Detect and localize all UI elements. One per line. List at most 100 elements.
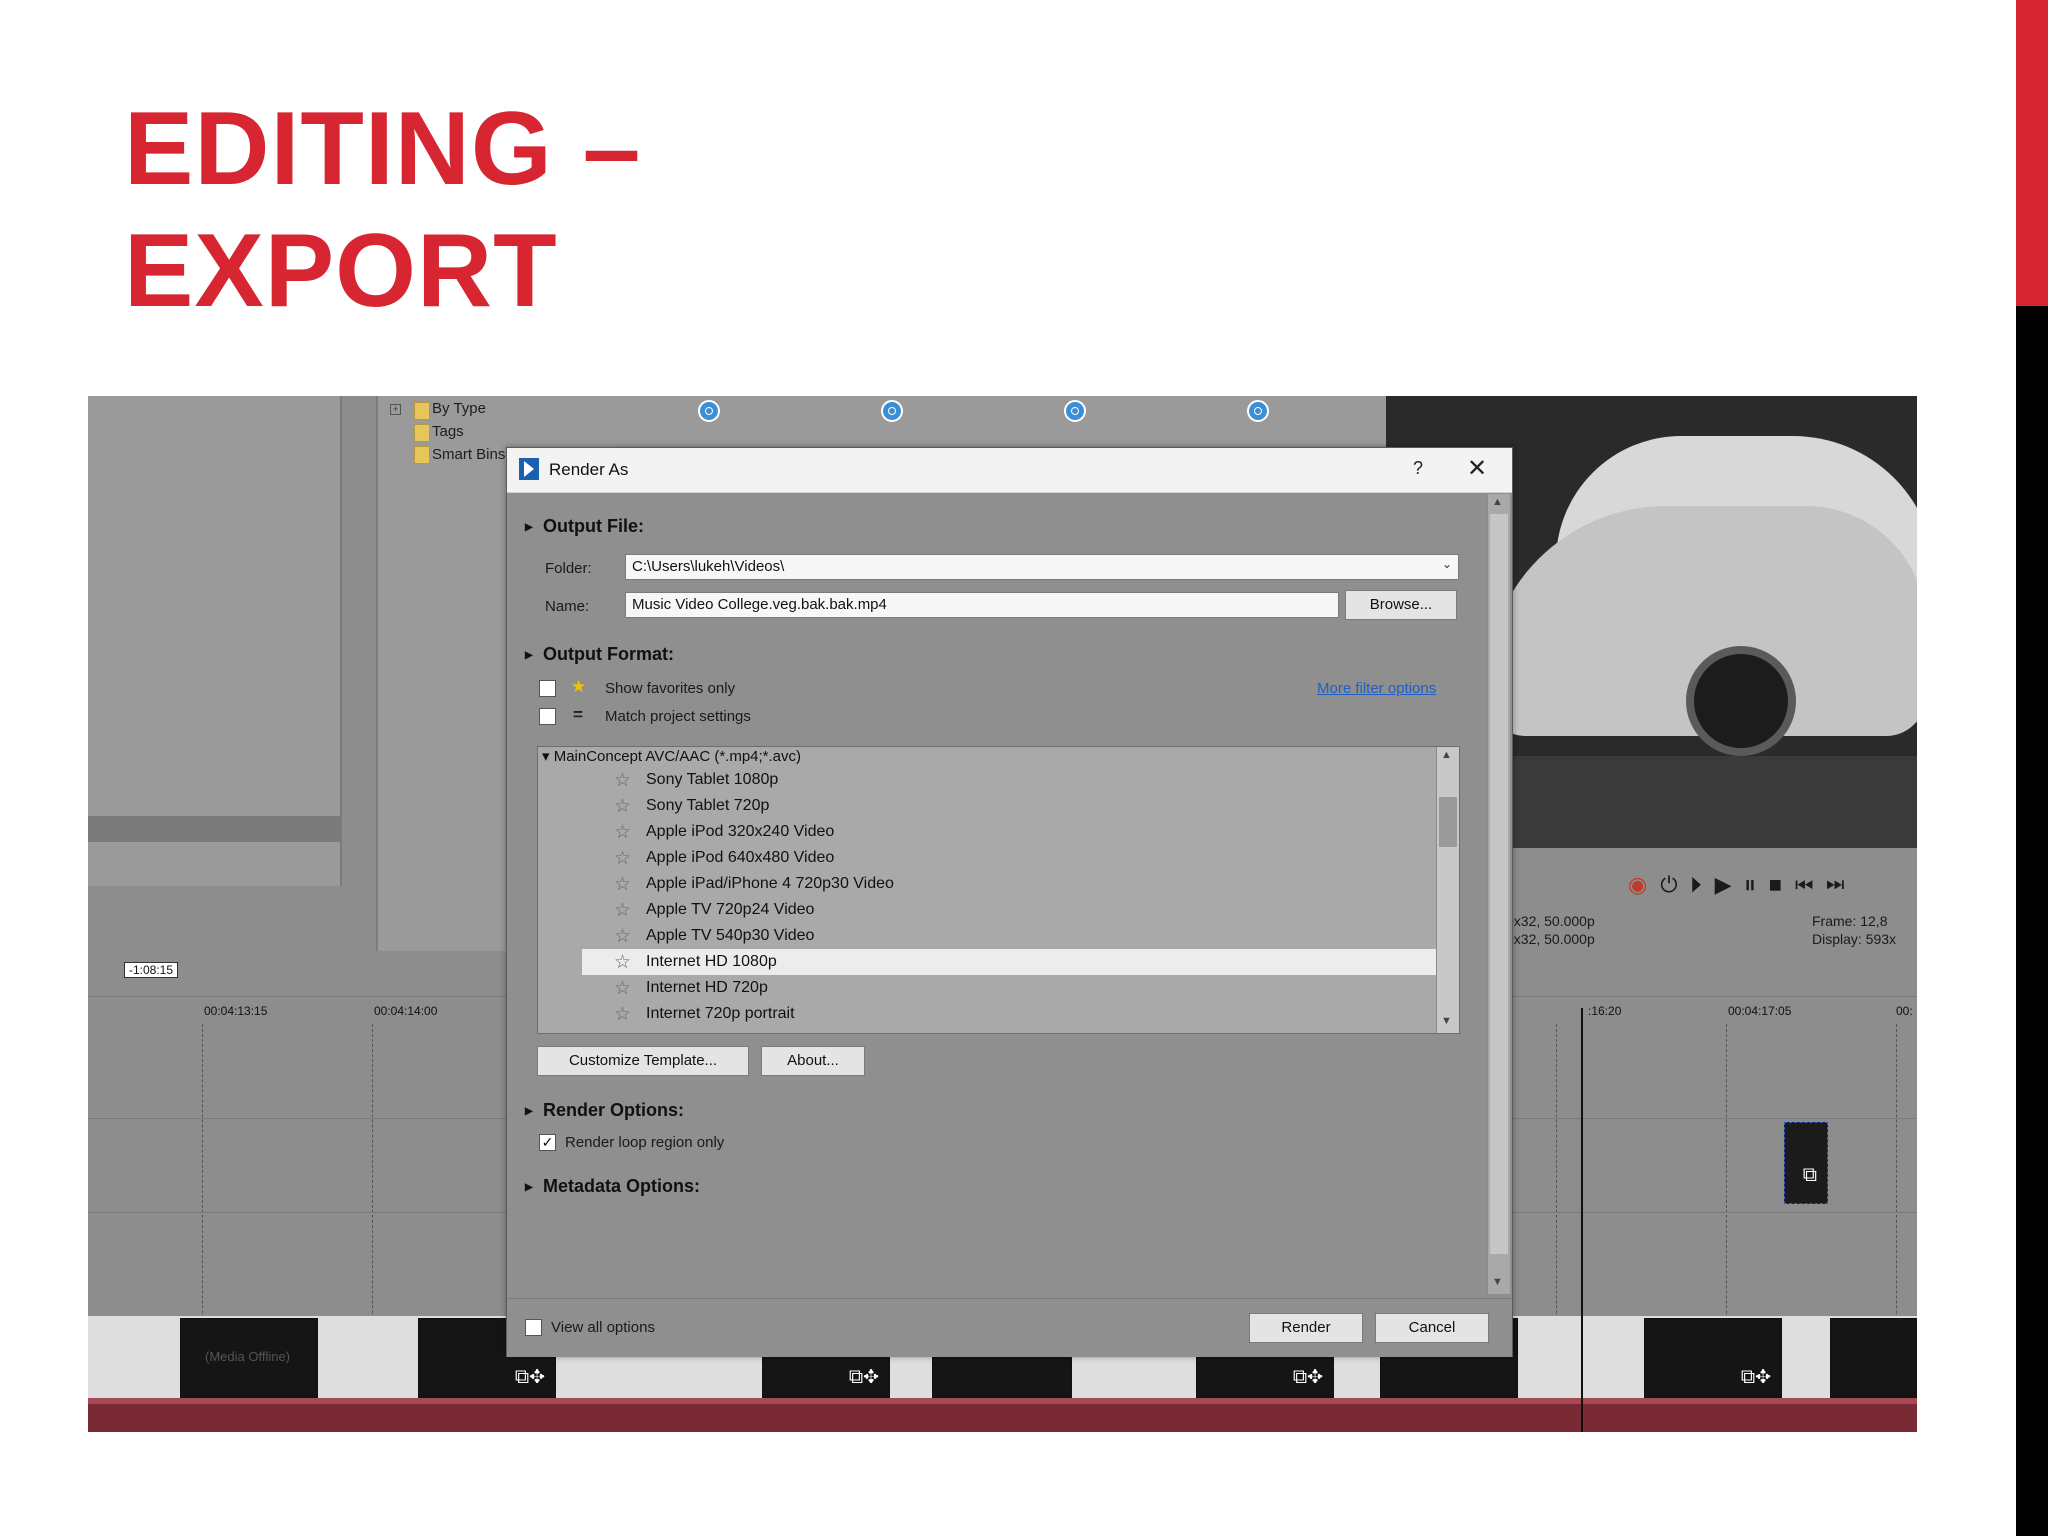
play-icon[interactable]: ▶ [1715,872,1745,897]
explorer-scrollbar[interactable] [88,816,340,842]
metadata-options-section[interactable]: ▶ Metadata Options: [525,1176,700,1197]
folder-value: C:\Users\lukeh\Videos\ [632,558,785,575]
scroll-down-icon[interactable]: ▼ [1441,1015,1452,1027]
media-item-icon[interactable] [1064,400,1086,422]
render-loop-region-checkbox[interactable]: ✓ [539,1134,556,1151]
record-icon[interactable]: ◉ [1628,872,1660,897]
tree-item-by-type[interactable]: By Type [432,400,486,417]
star-outline-icon[interactable]: ☆ [614,899,631,922]
tree-item-tags[interactable]: Tags [432,423,464,440]
star-outline-icon[interactable]: ☆ [614,847,631,870]
template-item[interactable]: ☆ Sony Tablet 1080p [582,767,1436,793]
render-as-dialog: Render As ? ✕ ▲ ▼ ▶ Output File: Folder: … [506,447,1513,1357]
media-item-icon[interactable] [1247,400,1269,422]
pause-icon[interactable]: ⏸ [1745,872,1769,897]
render-options-section[interactable]: ▶ Render Options: [525,1100,684,1121]
crop-pan-icon[interactable]: ⧉✥ [515,1366,545,1389]
section-toggle-icon[interactable]: ▶ [525,1106,543,1117]
about-button[interactable]: About... [761,1046,865,1076]
dialog-footer: View all options Render Cancel [507,1298,1512,1357]
favorite-star-icon: ★ [571,677,587,696]
format-group[interactable]: ▾ MainConcept AVC/AAC (*.mp4;*.avc) [542,747,801,765]
timeline-clip-selected[interactable]: ⧉ [1784,1122,1828,1204]
star-outline-icon[interactable]: ☆ [614,1003,631,1026]
power-icon[interactable]: ⏻ [1660,872,1690,897]
stop-icon[interactable]: ■ [1769,872,1795,897]
star-outline-icon[interactable]: ☆ [614,925,631,948]
chevron-down-icon[interactable]: ⌄ [1442,557,1452,571]
collapse-arrow-icon[interactable]: ▾ [542,748,550,765]
template-item[interactable]: ☆ Apple TV 540p30 Video [582,923,1436,949]
output-format-section[interactable]: ▶ Output Format: [525,644,674,665]
template-item[interactable]: ☆ Sony Tablet 720p [582,793,1436,819]
template-item[interactable]: ☆ Apple TV 720p24 Video [582,897,1436,923]
timeline-clip[interactable]: ⧉✥ [1644,1318,1782,1398]
audio-track-waveform[interactable] [88,1404,1917,1432]
folder-dropdown[interactable]: C:\Users\lukeh\Videos\ ⌄ [625,554,1459,580]
prev-frame-icon[interactable]: ⏮ [1795,872,1826,897]
template-list[interactable]: ▾ MainConcept AVC/AAC (*.mp4;*.avc) ☆ Son… [537,746,1460,1034]
star-outline-icon[interactable]: ☆ [614,821,631,844]
star-outline-icon[interactable]: ☆ [614,873,631,896]
scroll-down-icon[interactable]: ▼ [1492,1276,1503,1288]
star-outline-icon[interactable]: ☆ [614,769,631,792]
crop-pan-icon[interactable]: ⧉✥ [1293,1366,1323,1389]
timeline-clip[interactable] [1830,1318,1917,1398]
template-item[interactable]: ☆ Apple iPad/iPhone 4 720p30 Video [582,871,1436,897]
cancel-button[interactable]: Cancel [1375,1313,1489,1343]
dialog-title: Render As [549,460,629,479]
dialog-scrollbar[interactable]: ▲ ▼ [1487,494,1510,1294]
template-item[interactable]: ☆ Apple iPod 640x480 Video [582,845,1436,871]
file-name-input[interactable]: Music Video College.veg.bak.bak.mp4 [625,592,1339,618]
play-from-start-icon[interactable]: ⏵ [1691,872,1715,897]
section-toggle-icon[interactable]: ▶ [525,650,543,661]
scroll-up-icon[interactable]: ▲ [1441,749,1452,761]
slide-title-line-2: EXPORT [124,213,558,329]
scrollbar-thumb[interactable] [1490,514,1508,1254]
close-button[interactable]: ✕ [1467,454,1487,483]
folder-icon [414,402,430,420]
playhead-cursor[interactable] [1581,1008,1583,1432]
template-item-selected[interactable]: ☆ Internet HD 1080p [582,949,1436,975]
output-file-section[interactable]: ▶ Output File: [525,516,644,537]
crop-pan-icon[interactable]: ⧉✥ [1741,1366,1771,1389]
show-favorites-checkbox[interactable] [539,680,556,697]
explorer-pane [88,396,342,886]
folder-icon [414,446,430,464]
media-pane [526,396,1406,446]
star-outline-icon[interactable]: ☆ [614,795,631,818]
timeline-clip-offline[interactable]: (Media Offline) [180,1318,318,1398]
loop-timecode: -1:08:15 [124,962,179,978]
name-label: Name: [545,598,590,615]
help-button[interactable]: ? [1413,458,1423,479]
template-item[interactable]: ☆ Internet 720p portrait [582,1001,1436,1027]
scrollbar-thumb[interactable] [1439,797,1457,847]
customize-template-button[interactable]: Customize Template... [537,1046,749,1076]
crop-pan-icon[interactable]: ⧉✥ [849,1366,879,1389]
match-project-checkbox[interactable] [539,708,556,725]
tree-item-smart-bins[interactable]: Smart Bins [432,446,505,463]
media-item-icon[interactable] [698,400,720,422]
template-list-scrollbar[interactable]: ▲ ▼ [1436,747,1459,1033]
next-frame-icon[interactable]: ⏭ [1826,872,1857,897]
browse-button[interactable]: Browse... [1345,590,1457,620]
view-all-options-checkbox[interactable] [525,1319,542,1336]
crop-icon[interactable]: ⧉ [1803,1164,1817,1187]
folder-icon [414,424,430,442]
scroll-up-icon[interactable]: ▲ [1492,496,1503,508]
star-outline-icon[interactable]: ☆ [614,977,631,1000]
match-project-label: Match project settings [605,708,751,725]
expand-icon[interactable]: + [390,404,401,415]
folder-label: Folder: [545,560,592,577]
accent-bar-black [2016,306,2048,1536]
more-filter-options-link[interactable]: More filter options [1317,680,1436,697]
template-item[interactable]: ☆ Apple iPod 320x240 Video [582,819,1436,845]
dialog-titlebar[interactable]: Render As ? ✕ [507,448,1512,493]
render-button[interactable]: Render [1249,1313,1363,1343]
star-outline-icon[interactable]: ☆ [614,951,631,974]
template-item[interactable]: ☆ Internet HD 720p [582,975,1436,1001]
ruler-label: 00:04:13:15 [204,1004,268,1018]
section-toggle-icon[interactable]: ▶ [525,522,543,533]
section-toggle-icon[interactable]: ▶ [525,1182,543,1193]
media-item-icon[interactable] [881,400,903,422]
